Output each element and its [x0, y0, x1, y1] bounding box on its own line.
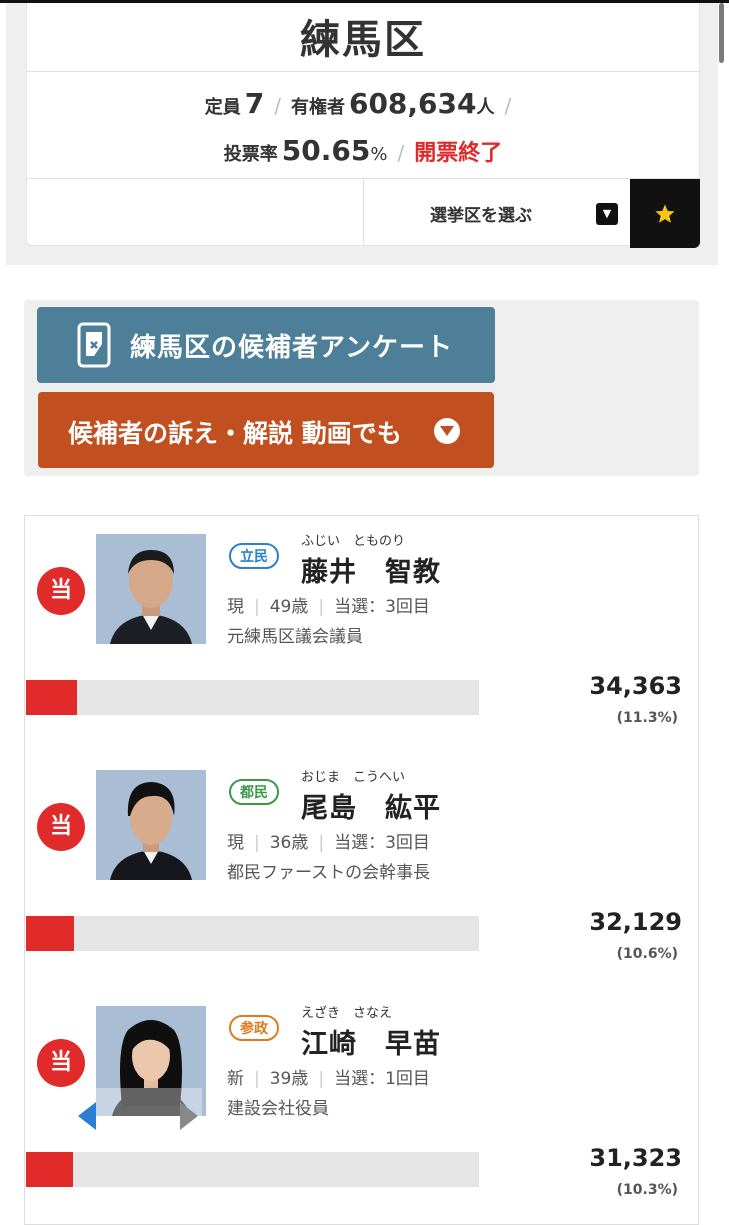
candidate-career: 元練馬区議会議員 — [227, 627, 363, 647]
turnout-label: 投票率 — [223, 144, 278, 165]
turnout-row: 投票率 50.65% / 開票終了 — [27, 134, 699, 167]
party-badge: 都民 — [229, 779, 279, 805]
candidate-meta: 現 | 49歳 | 当選：3回目 — [227, 597, 430, 617]
candidate-kana: えざき さなえ — [301, 1006, 393, 1021]
scrollbar[interactable] — [719, 3, 724, 63]
vote-bar-fill — [26, 680, 77, 715]
district-header: 練馬区 定員 7/有権者 608,634人 / 投票率 50.65% / 開票終了 選挙区を… — [26, 3, 700, 248]
separator: / — [397, 141, 405, 165]
candidate-terms: 当選：3回目 — [334, 597, 430, 617]
count-status: 開票終了 — [414, 141, 503, 166]
chevron-down-icon — [434, 418, 460, 444]
candidate-video-button[interactable]: 候補者の訴え・解説 動画でも — [38, 392, 494, 468]
divider — [27, 71, 699, 72]
vote-bar — [26, 680, 479, 715]
candidate-card[interactable]: 当 都民 おじま こうへい 尾島 紘平 現 | 36歳 | 当選：3回目 都民ファースト… — [24, 752, 699, 989]
vote-bar — [26, 916, 479, 951]
next-arrow-icon[interactable] — [180, 1102, 198, 1130]
elected-badge: 当 — [37, 567, 85, 615]
video-button-label: 候補者の訴え・解説 動画でも — [68, 419, 402, 448]
candidate-career: 建設会社役員 — [227, 1099, 329, 1119]
candidate-status: 新 — [227, 1069, 244, 1089]
electorate-unit: 人 — [476, 97, 495, 118]
district-select-label: 選挙区を選ぶ — [430, 206, 532, 226]
candidate-photo — [96, 534, 206, 644]
party-badge: 立民 — [229, 543, 279, 569]
vote-count: 31,323 — [589, 1144, 682, 1172]
vote-count: 34,363 — [589, 672, 682, 700]
district-select[interactable]: 選挙区を選ぶ ▼ — [363, 179, 631, 245]
electorate-value: 608,634 — [348, 87, 477, 120]
star-icon — [655, 204, 675, 223]
document-icon — [77, 322, 111, 368]
seats-label: 定員 — [204, 97, 241, 118]
district-title: 練馬区 — [300, 17, 426, 63]
candidate-status: 現 — [227, 597, 244, 617]
candidate-kana: ふじい とものり — [301, 534, 406, 549]
elected-badge: 当 — [37, 1039, 85, 1087]
party-badge: 参政 — [229, 1015, 279, 1041]
candidate-name: 江崎 早苗 — [301, 1029, 441, 1060]
candidate-age: 39歳 — [269, 1069, 309, 1089]
candidate-age: 36歳 — [269, 833, 309, 853]
candidate-name: 藤井 智教 — [301, 557, 441, 588]
vote-bar-fill — [26, 916, 74, 951]
candidate-terms: 当選：3回目 — [334, 833, 430, 853]
candidate-career: 都民ファーストの会幹事長 — [227, 863, 431, 883]
candidate-terms: 当選：1回目 — [334, 1069, 430, 1089]
separator: / — [504, 94, 512, 118]
candidate-kana: おじま こうへい — [301, 770, 406, 785]
electorate-label: 有権者 — [290, 97, 345, 118]
candidate-card[interactable]: 当 立民 ふじい とものり 藤井 智教 現 | 49歳 | 当選：3回目 元練馬区議会議… — [24, 516, 699, 753]
favorite-button[interactable] — [630, 179, 700, 248]
candidate-survey-button[interactable]: 練馬区の候補者アンケート — [37, 307, 495, 383]
vote-bar-fill — [26, 1152, 73, 1187]
vote-count: 32,129 — [589, 908, 682, 936]
survey-button-label: 練馬区の候補者アンケート — [130, 333, 453, 363]
candidate-photo — [96, 770, 206, 880]
prev-arrow-icon[interactable] — [78, 1102, 96, 1130]
turnout-unit: % — [370, 144, 388, 165]
candidate-meta: 新 | 39歳 | 当選：1回目 — [227, 1069, 430, 1089]
candidate-age: 49歳 — [269, 597, 309, 617]
candidate-meta: 現 | 36歳 | 当選：3回目 — [227, 833, 430, 853]
candidate-status: 現 — [227, 833, 244, 853]
seats-value: 7 — [244, 87, 265, 120]
vote-percent: (11.3%) — [616, 710, 678, 726]
turnout-value: 50.65 — [281, 134, 371, 167]
elected-badge: 当 — [37, 803, 85, 851]
vote-percent: (10.3%) — [616, 1182, 678, 1198]
vote-bar — [26, 1152, 479, 1187]
candidate-name: 尾島 紘平 — [301, 793, 441, 824]
seats-electorate-row: 定員 7 / 有権者 608,634人 / — [27, 87, 699, 120]
vote-percent: (10.6%) — [616, 946, 678, 962]
triangle-down-icon: ▼ — [596, 203, 618, 225]
separator: / — [274, 94, 281, 118]
